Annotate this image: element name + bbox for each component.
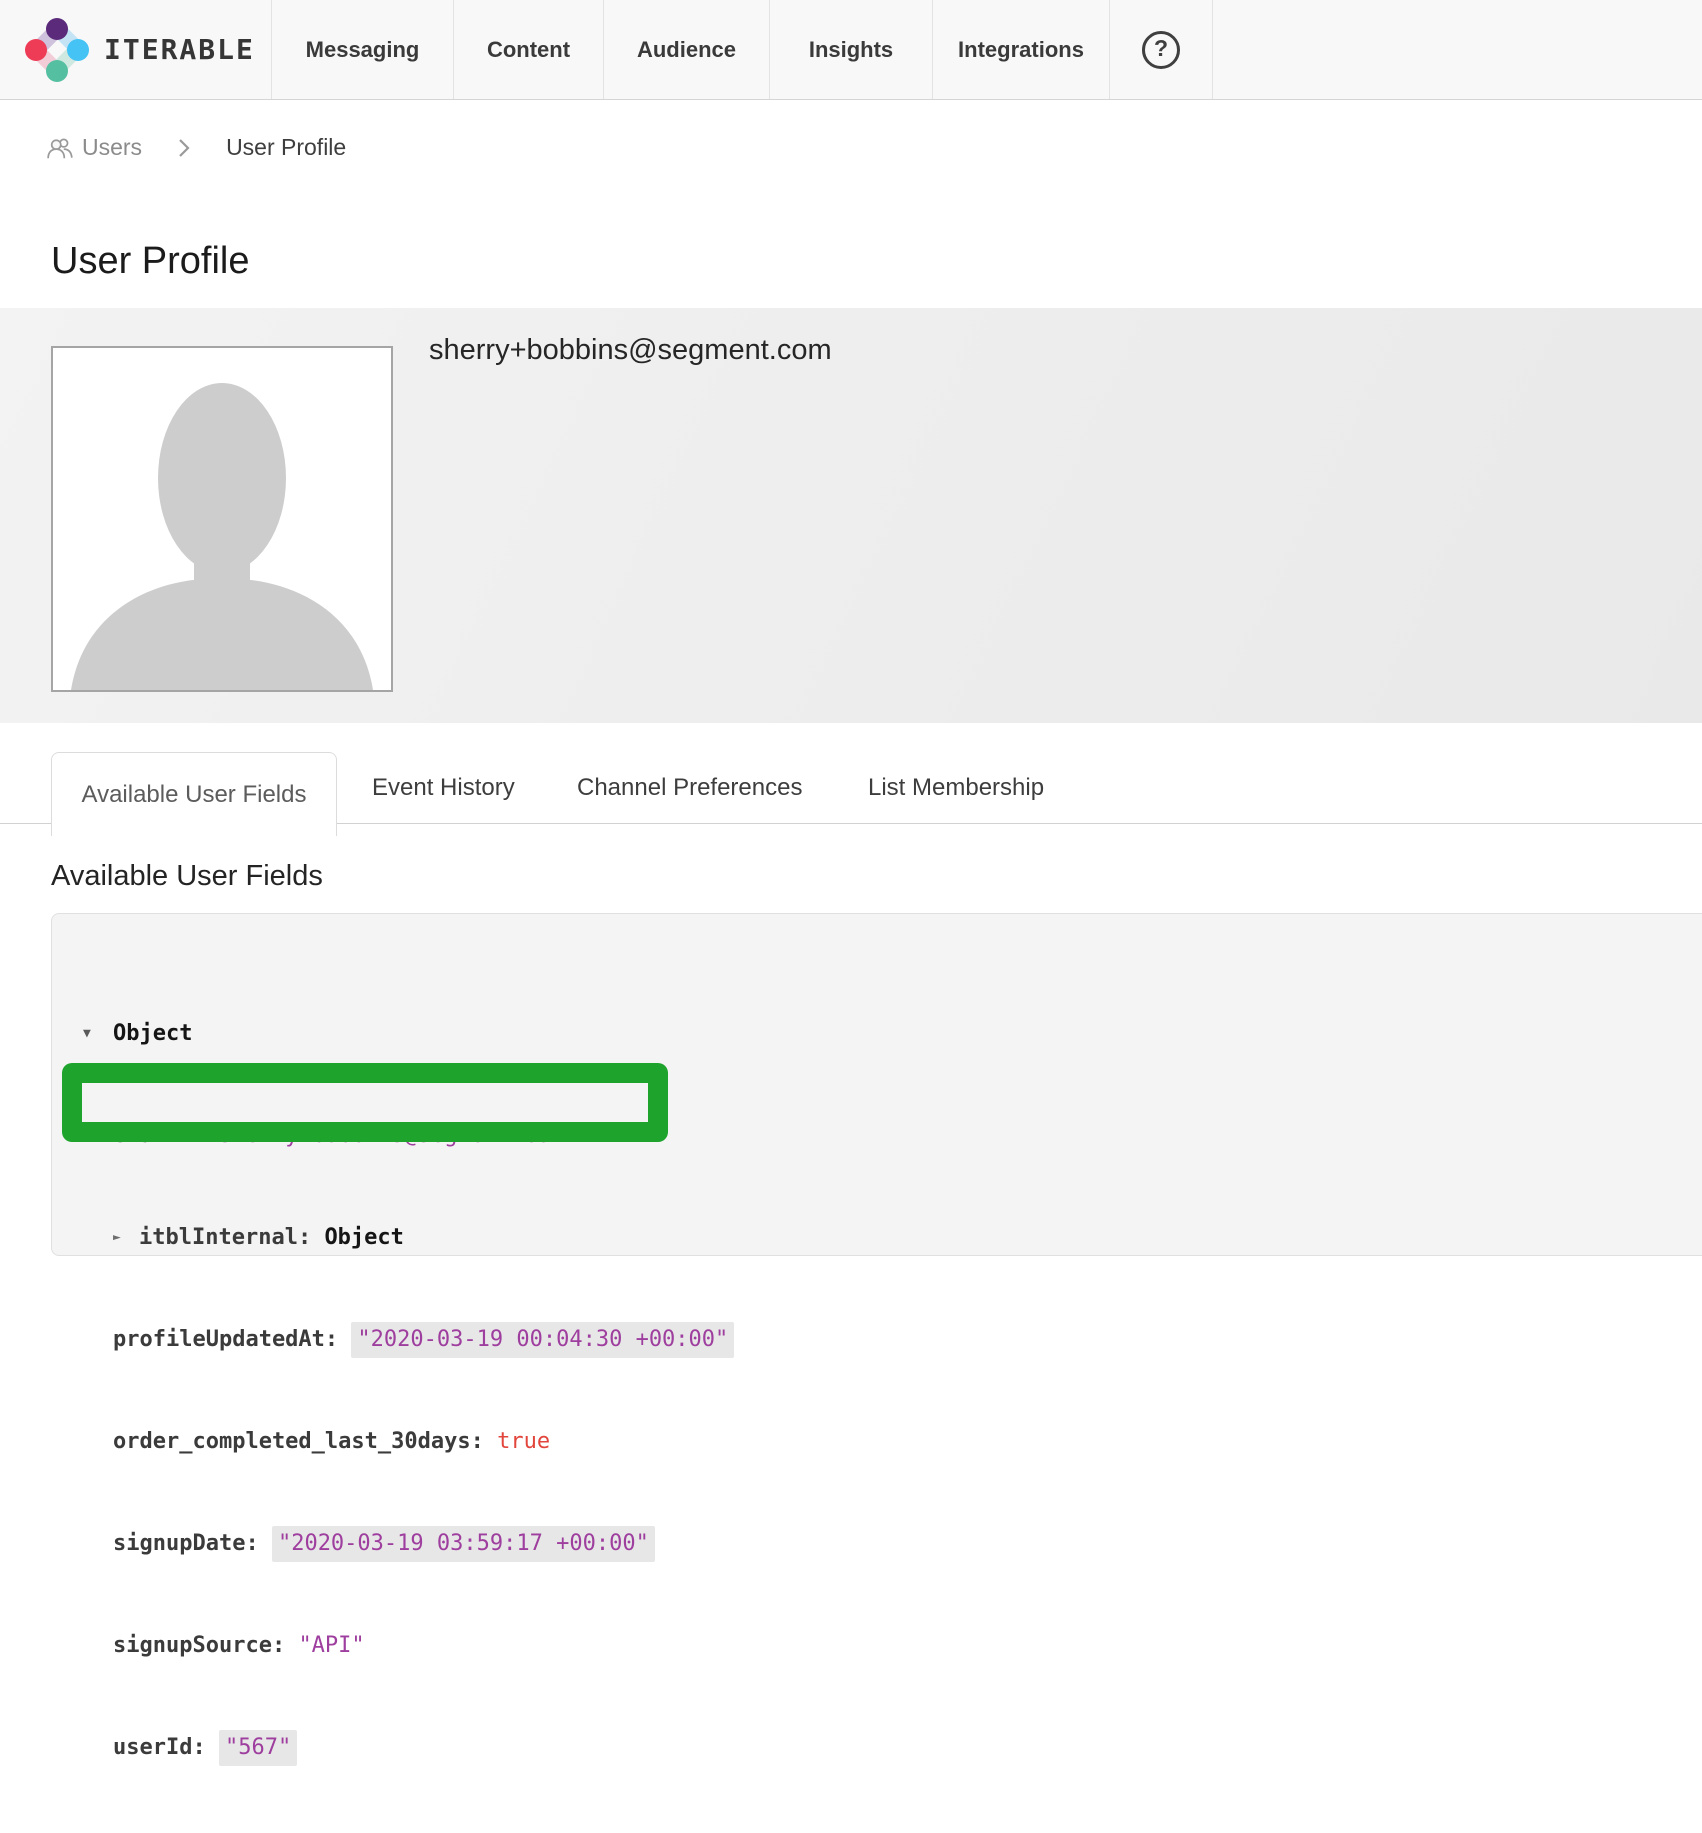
json-nested-object: Object: [324, 1221, 403, 1255]
json-key: itblInternal:: [139, 1221, 324, 1255]
json-key: signupSource:: [113, 1629, 298, 1663]
caret-right-icon[interactable]: ►: [113, 1221, 139, 1255]
help-icon: ?: [1142, 31, 1180, 69]
tab-channel-preferences[interactable]: Channel Preferences: [577, 774, 802, 802]
json-value-highlighted: "2020-03-19 03:59:17 +00:00": [272, 1526, 655, 1562]
json-line-order-completed: order_completed_last_30days: true: [113, 1425, 734, 1459]
tab-available-user-fields[interactable]: Available User Fields: [51, 752, 337, 836]
json-line-email: email: "sherry+bobbins@segment.com": [113, 1119, 734, 1153]
page-title: User Profile: [51, 240, 250, 283]
json-key: userId:: [113, 1731, 219, 1765]
json-value: "sherry+bobbins@segment.com": [206, 1119, 577, 1153]
users-icon: [46, 136, 74, 160]
json-line-root: ▼Object: [83, 1017, 734, 1051]
user-email: sherry+bobbins@segment.com: [429, 334, 832, 367]
breadcrumb-users-link[interactable]: Users: [82, 134, 142, 161]
json-line-profile-updated-at: profileUpdatedAt: "2020-03-19 00:04:30 +…: [113, 1323, 734, 1357]
tab-list-membership[interactable]: List Membership: [868, 774, 1044, 802]
json-line-itbl-internal: ►itblInternal: Object: [113, 1221, 734, 1255]
nav-item-audience[interactable]: Audience: [604, 0, 770, 99]
json-key: order_completed_last_30days:: [113, 1425, 497, 1459]
json-value-highlighted: "2020-03-19 00:04:30 +00:00": [351, 1322, 734, 1358]
json-tree: ▼Object email: "sherry+bobbins@segment.c…: [83, 949, 734, 1833]
json-value: "API": [298, 1629, 364, 1663]
brand-name: ITERABLE: [104, 33, 255, 66]
json-line-signup-source: signupSource: "API": [113, 1629, 734, 1663]
json-line-signup-date: signupDate: "2020-03-19 03:59:17 +00:00": [113, 1527, 734, 1561]
breadcrumb-current: User Profile: [226, 134, 346, 161]
nav-item-content[interactable]: Content: [454, 0, 604, 99]
nav-item-insights[interactable]: Insights: [770, 0, 933, 99]
section-heading: Available User Fields: [51, 860, 323, 893]
json-key: signupDate:: [113, 1527, 272, 1561]
iterable-logo[interactable]: ITERABLE: [0, 0, 272, 99]
json-key: profileUpdatedAt:: [113, 1323, 351, 1357]
nav-item-integrations[interactable]: Integrations: [933, 0, 1110, 99]
help-button[interactable]: ?: [1110, 0, 1213, 99]
avatar-placeholder-icon: [53, 348, 391, 690]
user-fields-json-panel: ▼Object email: "sherry+bobbins@segment.c…: [51, 913, 1702, 1256]
json-value-boolean: true: [497, 1425, 550, 1459]
nav-item-messaging[interactable]: Messaging: [272, 0, 454, 99]
profile-hero-section: sherry+bobbins@segment.com: [0, 308, 1702, 723]
json-root-object: Object: [113, 1017, 192, 1051]
tab-event-history[interactable]: Event History: [372, 774, 515, 802]
breadcrumb: Users User Profile: [46, 134, 346, 161]
chevron-right-icon: [178, 138, 190, 158]
top-navigation-bar: ITERABLE Messaging Content Audience Insi…: [0, 0, 1702, 100]
json-key: email:: [113, 1119, 206, 1153]
json-line-user-id: userId: "567": [113, 1731, 734, 1765]
caret-down-icon[interactable]: ▼: [83, 1017, 113, 1051]
iterable-diamond-icon: [24, 17, 90, 83]
json-value-highlighted: "567": [219, 1730, 297, 1766]
avatar: [51, 346, 393, 692]
